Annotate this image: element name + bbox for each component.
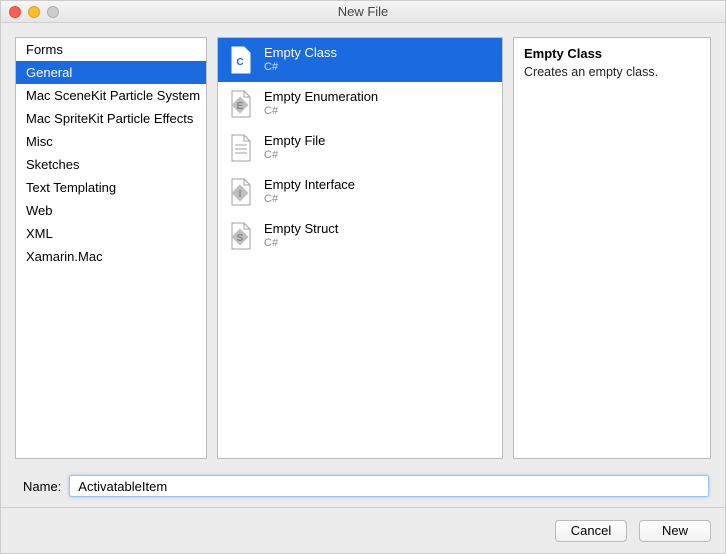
panels: FormsGeneralMac SceneKit Particle System… bbox=[1, 23, 725, 467]
template-language: C# bbox=[264, 61, 337, 74]
dialog-footer: Cancel New bbox=[1, 507, 725, 553]
category-item[interactable]: Forms bbox=[16, 38, 206, 61]
file-template-icon: S bbox=[228, 220, 254, 252]
svg-text:C: C bbox=[236, 57, 243, 68]
name-row: Name: bbox=[1, 467, 725, 507]
svg-text:I: I bbox=[239, 189, 242, 200]
name-input[interactable] bbox=[69, 475, 709, 497]
file-template-icon: C bbox=[228, 44, 254, 76]
template-language: C# bbox=[264, 237, 338, 250]
template-name: Empty Struct bbox=[264, 222, 338, 237]
category-item[interactable]: Text Templating bbox=[16, 176, 206, 199]
category-item[interactable]: Xamarin.Mac bbox=[16, 245, 206, 268]
category-item[interactable]: Mac SpriteKit Particle Effects bbox=[16, 107, 206, 130]
category-item[interactable]: Web bbox=[16, 199, 206, 222]
template-item[interactable]: S Empty StructC# bbox=[218, 214, 502, 258]
category-list[interactable]: FormsGeneralMac SceneKit Particle System… bbox=[15, 37, 207, 459]
name-label: Name: bbox=[23, 479, 61, 494]
file-template-icon: I bbox=[228, 176, 254, 208]
category-item[interactable]: Mac SceneKit Particle System bbox=[16, 84, 206, 107]
template-item[interactable]: E Empty EnumerationC# bbox=[218, 82, 502, 126]
category-item[interactable]: Misc bbox=[16, 130, 206, 153]
template-language: C# bbox=[264, 193, 355, 206]
description-title: Empty Class bbox=[524, 46, 700, 61]
template-name: Empty Enumeration bbox=[264, 90, 378, 105]
file-template-icon bbox=[228, 132, 254, 164]
template-item[interactable]: I Empty InterfaceC# bbox=[218, 170, 502, 214]
category-item[interactable]: General bbox=[16, 61, 206, 84]
template-text: Empty StructC# bbox=[264, 222, 338, 250]
template-name: Empty Class bbox=[264, 46, 337, 61]
svg-text:E: E bbox=[237, 101, 244, 112]
template-text: Empty ClassC# bbox=[264, 46, 337, 74]
window-title: New File bbox=[1, 4, 725, 19]
new-button[interactable]: New bbox=[639, 520, 711, 542]
template-language: C# bbox=[264, 105, 378, 118]
template-list[interactable]: C Empty ClassC# E Empty EnumerationC# Em… bbox=[217, 37, 503, 459]
new-file-dialog: New File FormsGeneralMac SceneKit Partic… bbox=[0, 0, 726, 554]
category-item[interactable]: Sketches bbox=[16, 153, 206, 176]
titlebar: New File bbox=[1, 1, 725, 23]
template-text: Empty FileC# bbox=[264, 134, 325, 162]
template-language: C# bbox=[264, 149, 325, 162]
template-item[interactable]: C Empty ClassC# bbox=[218, 38, 502, 82]
cancel-button[interactable]: Cancel bbox=[555, 520, 627, 542]
svg-text:S: S bbox=[237, 233, 244, 244]
minimize-icon[interactable] bbox=[28, 6, 40, 18]
description-body: Creates an empty class. bbox=[524, 65, 700, 79]
template-name: Empty Interface bbox=[264, 178, 355, 193]
template-text: Empty InterfaceC# bbox=[264, 178, 355, 206]
zoom-icon[interactable] bbox=[47, 6, 59, 18]
close-icon[interactable] bbox=[9, 6, 21, 18]
category-item[interactable]: XML bbox=[16, 222, 206, 245]
traffic-lights bbox=[9, 6, 59, 18]
template-name: Empty File bbox=[264, 134, 325, 149]
description-pane: Empty Class Creates an empty class. bbox=[513, 37, 711, 459]
dialog-content: FormsGeneralMac SceneKit Particle System… bbox=[1, 23, 725, 553]
file-template-icon: E bbox=[228, 88, 254, 120]
template-text: Empty EnumerationC# bbox=[264, 90, 378, 118]
template-item[interactable]: Empty FileC# bbox=[218, 126, 502, 170]
